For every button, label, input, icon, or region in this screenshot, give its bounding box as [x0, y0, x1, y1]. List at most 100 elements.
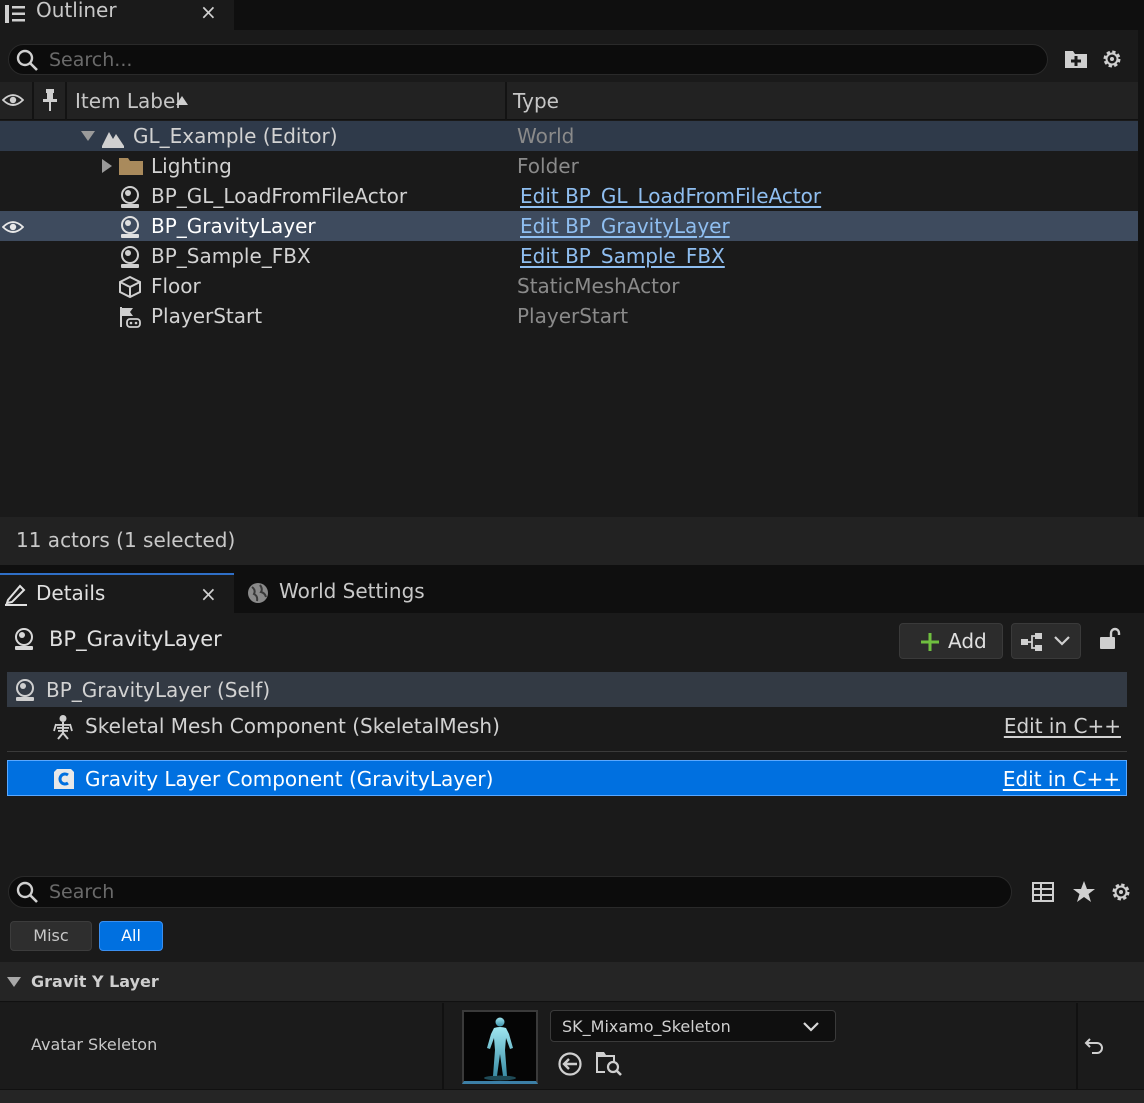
- component-row-self[interactable]: BP_GravityLayer (Self): [7, 672, 1127, 707]
- tree-row-label: PlayerStart: [151, 304, 263, 328]
- tree-row-label: Floor: [151, 274, 201, 298]
- details-settings-gear-icon[interactable]: [1109, 880, 1133, 904]
- world-settings-tab-title: World Settings: [279, 579, 425, 603]
- outliner-close-icon[interactable]: ×: [200, 2, 217, 22]
- details-pencil-icon: [4, 582, 28, 606]
- player-start-icon: [118, 305, 142, 329]
- outliner-tab-title: Outliner: [36, 0, 117, 22]
- panel-splitter[interactable]: [0, 565, 1144, 573]
- tree-row-actor[interactable]: BP_GL_LoadFromFileActor Edit BP_GL_LoadF…: [0, 181, 1140, 211]
- world-settings-tab[interactable]: World Settings: [236, 573, 436, 613]
- category-title: Gravit Y Layer: [31, 972, 159, 991]
- details-close-icon[interactable]: ×: [200, 584, 217, 604]
- plus-icon: [920, 632, 940, 652]
- property-list-bottom: [0, 1090, 1144, 1103]
- globe-icon: [246, 581, 270, 605]
- tree-row-label: BP_GL_LoadFromFileActor: [151, 184, 408, 208]
- outliner-status-bar: 11 actors (1 selected): [0, 517, 1144, 565]
- outliner-tab[interactable]: Outliner ×: [0, 0, 234, 30]
- edit-blueprint-link[interactable]: Edit BP_GL_LoadFromFileActor: [520, 184, 821, 208]
- blueprint-actor-icon: [118, 185, 142, 209]
- reset-to-default-icon[interactable]: [1084, 1037, 1104, 1055]
- chevron-down-icon: [1054, 636, 1070, 646]
- edit-blueprint-link[interactable]: Edit BP_GravityLayer: [520, 214, 730, 238]
- pin-column-icon[interactable]: [42, 88, 58, 112]
- edit-blueprint-link[interactable]: Edit BP_Sample_FBX: [520, 244, 725, 268]
- folder-icon: [118, 155, 143, 179]
- column-separator[interactable]: [65, 82, 67, 120]
- static-mesh-icon: [118, 275, 142, 299]
- tree-row-static-mesh[interactable]: Floor StaticMeshActor: [0, 271, 1140, 301]
- type-column-title[interactable]: Type: [513, 89, 559, 113]
- expand-arrow-right-icon[interactable]: [102, 159, 112, 173]
- browse-asset-folder-icon[interactable]: [595, 1049, 623, 1077]
- skeletal-mesh-icon: [51, 714, 75, 740]
- tree-row-world[interactable]: GL_Example (Editor) World: [0, 121, 1140, 151]
- details-actor-header: BP_GravityLayer Add: [0, 613, 1144, 665]
- collapse-arrow-down-icon[interactable]: [7, 977, 21, 987]
- component-label: BP_GravityLayer (Self): [46, 678, 271, 702]
- item-label-column-title[interactable]: Item Label: [75, 89, 181, 113]
- tree-row-folder[interactable]: Lighting Folder: [0, 151, 1140, 181]
- property-matrix-icon[interactable]: [1031, 880, 1055, 904]
- add-button-label: Add: [948, 629, 987, 653]
- skeleton-thumbnail[interactable]: [462, 1010, 538, 1084]
- blueprint-actor-icon: [12, 627, 36, 651]
- outliner-icon: [4, 3, 26, 25]
- edit-in-cpp-link[interactable]: Edit in C++: [1004, 714, 1121, 738]
- outliner-panel: Item Label Type GL_Example (Editor) Worl…: [0, 30, 1144, 517]
- component-row-gravity-layer-selected[interactable]: Gravity Layer Component (GravityLayer) E…: [7, 760, 1127, 796]
- details-search-input[interactable]: [49, 877, 1001, 907]
- reset-column-splitter: [1076, 1003, 1078, 1090]
- tree-row-actor[interactable]: BP_Sample_FBX Edit BP_Sample_FBX: [0, 241, 1140, 271]
- tree-row-type: Folder: [517, 154, 579, 178]
- expand-arrow-down-icon[interactable]: [81, 131, 95, 141]
- details-tab[interactable]: Details ×: [0, 573, 234, 613]
- outliner-search-input[interactable]: [49, 45, 1037, 74]
- blueprint-actor-icon: [118, 245, 142, 269]
- visibility-column-eye-icon[interactable]: [2, 91, 24, 109]
- details-search-bar: [8, 876, 1012, 908]
- blueprint-options-dropdown[interactable]: [1011, 623, 1081, 659]
- add-component-button[interactable]: Add: [899, 623, 1003, 659]
- component-row-skeletal-mesh[interactable]: Skeletal Mesh Component (SkeletalMesh) E…: [7, 708, 1127, 744]
- property-row-avatar-skeleton: Avatar Skeleton SK_Mixamo_Skeleton: [0, 1003, 1144, 1090]
- filter-misc-button[interactable]: Misc: [10, 921, 92, 951]
- actor-name-label[interactable]: BP_GravityLayer: [49, 627, 222, 651]
- tree-row-player-start[interactable]: PlayerStart PlayerStart: [0, 301, 1140, 331]
- tree-row-label: BP_Sample_FBX: [151, 244, 311, 268]
- details-tab-title: Details: [36, 581, 106, 605]
- column-separator[interactable]: [505, 82, 507, 120]
- tree-row-type: World: [517, 124, 575, 148]
- skeleton-asset-picker[interactable]: SK_Mixamo_Skeleton: [550, 1010, 836, 1042]
- unlock-icon[interactable]: [1098, 627, 1122, 651]
- visibility-eye-icon[interactable]: [2, 218, 24, 236]
- category-header-gravity-layer[interactable]: Gravit Y Layer: [0, 962, 1144, 1002]
- details-tab-bar: Details × World Settings: [0, 573, 1144, 613]
- property-column-splitter[interactable]: [442, 1003, 444, 1090]
- use-selected-asset-icon[interactable]: [557, 1051, 583, 1077]
- column-separator[interactable]: [32, 82, 34, 120]
- component-label: Gravity Layer Component (GravityLayer): [85, 767, 494, 791]
- add-folder-icon[interactable]: [1064, 47, 1088, 69]
- search-icon: [15, 880, 39, 904]
- outliner-scrollbar-track[interactable]: [1138, 30, 1144, 517]
- favorites-star-icon[interactable]: [1072, 880, 1096, 904]
- tree-row-label: GL_Example (Editor): [133, 124, 338, 148]
- cpp-class-icon: [52, 767, 76, 791]
- chevron-down-icon: [803, 1022, 819, 1032]
- outliner-settings-gear-icon[interactable]: [1100, 47, 1124, 71]
- blueprint-actor-icon: [13, 678, 37, 702]
- sort-ascending-icon[interactable]: [176, 96, 188, 105]
- outliner-search-bar: [8, 44, 1048, 75]
- property-name: Avatar Skeleton: [31, 1035, 158, 1054]
- tree-row-actor-selected[interactable]: BP_GravityLayer Edit BP_GravityLayer: [0, 211, 1140, 241]
- actor-count-status: 11 actors (1 selected): [16, 528, 236, 552]
- edit-in-cpp-link[interactable]: Edit in C++: [1003, 767, 1120, 791]
- components-panel: BP_GravityLayer (Self) Skeletal Mesh Com…: [0, 665, 1144, 863]
- filter-all-button[interactable]: All: [99, 921, 163, 951]
- tree-row-type: StaticMeshActor: [517, 274, 680, 298]
- tree-row-label: BP_GravityLayer: [151, 214, 316, 238]
- outliner-column-header: Item Label Type: [0, 82, 1144, 120]
- tree-row-label: Lighting: [151, 154, 232, 178]
